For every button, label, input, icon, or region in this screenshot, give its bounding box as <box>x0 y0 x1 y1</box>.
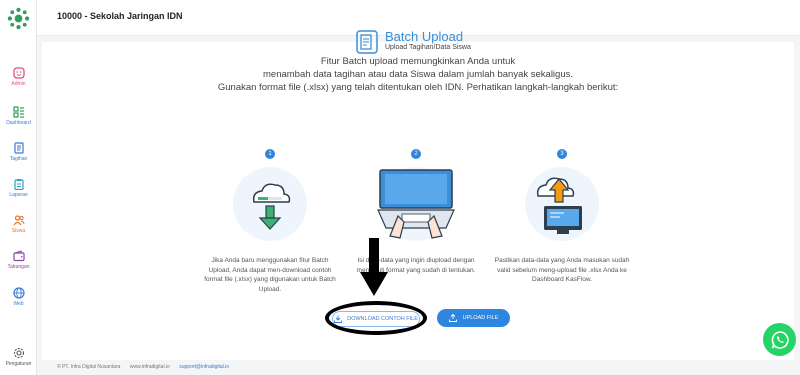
sidebar-item-label: Dashboard <box>6 120 31 126</box>
upload-icon <box>448 314 457 322</box>
sidebar-item-label: Tagihan <box>9 156 28 162</box>
intro-text: Fitur Batch upload memungkinkan Anda unt… <box>192 55 644 94</box>
sidebar-item-label: Laporan <box>9 192 28 198</box>
cloud-upload-illustration <box>525 167 599 241</box>
download-sample-button[interactable]: DOWNLOAD CONTOH FILE <box>332 311 420 327</box>
sidebar-item-label: Pengaturan <box>5 361 32 367</box>
whatsapp-icon <box>771 330 789 349</box>
step-2: 2 Isi data-data yang ingin diupload deng… <box>336 142 496 275</box>
footer-website[interactable]: www.infradigital.io <box>130 364 170 370</box>
sidebar-item-laporan[interactable]: Laporan <box>0 178 37 198</box>
upload-file-label: UPLOAD FILE <box>462 315 499 321</box>
step-number-badge: 2 <box>411 149 421 159</box>
sidebar-item-label: Tabungan <box>7 264 30 270</box>
step-3: 3 Pastikan data-data yang Anda masukan s… <box>482 142 642 285</box>
whatsapp-chat-button[interactable] <box>763 323 796 356</box>
intro-line: Fitur Batch upload memungkinkan Anda unt… <box>320 56 516 67</box>
step-1: 1 Jika Anda baru menggunakan fitur Batch… <box>190 142 350 294</box>
footer-email[interactable]: support@infradigital.io <box>179 364 229 370</box>
document-upload-icon <box>356 30 378 54</box>
sidebar-item-tabungan[interactable]: Tabungan <box>0 250 37 270</box>
footer: © PT. Infra Digital Nusantara www.infrad… <box>57 364 237 370</box>
download-icon <box>334 315 343 323</box>
step-description: Jika Anda baru menggunakan fitur Batch U… <box>204 257 336 293</box>
page-title: Batch Upload <box>385 29 464 44</box>
bill-icon <box>13 142 24 154</box>
students-icon <box>13 215 24 226</box>
sidebar: Admin Dashboard Tagihan Laporan Siswa Ta… <box>0 0 37 375</box>
intro-line: menambah data tagihan atau data Siswa da… <box>263 69 573 80</box>
report-clipboard-icon <box>13 179 24 190</box>
sidebar-item-web[interactable]: Web <box>0 287 37 307</box>
globe-icon <box>12 287 25 299</box>
app-logo[interactable] <box>7 7 30 30</box>
sidebar-item-tagihan[interactable]: Tagihan <box>0 142 37 162</box>
laptop-typing-illustration <box>377 167 455 241</box>
intro-line: Gunakan format file (.xlsx) yang telah d… <box>217 82 619 93</box>
footer-copyright: © PT. Infra Digital Nusantara <box>57 364 121 370</box>
sidebar-item-label: Siswa <box>11 228 26 234</box>
sidebar-item-siswa[interactable]: Siswa <box>0 214 37 234</box>
download-sample-label: DOWNLOAD CONTOH FILE <box>347 316 418 322</box>
sidebar-item-label: Web <box>13 301 24 307</box>
page-subtitle: Upload Tagihan/Data Siswa <box>385 44 471 51</box>
school-title: 10000 - Sekolah Jaringan IDN <box>57 11 183 21</box>
sidebar-item-settings[interactable]: Pengaturan <box>0 347 37 367</box>
admin-face-icon <box>12 67 25 79</box>
sidebar-item-admin[interactable]: Admin <box>0 67 37 87</box>
sidebar-item-label: Admin <box>11 81 26 87</box>
sidebar-item-dashboard[interactable]: Dashboard <box>0 106 37 126</box>
wallet-icon <box>12 250 25 262</box>
step-number-badge: 3 <box>557 149 567 159</box>
step-description: Isi data-data yang ingin diupload dengan… <box>356 257 476 274</box>
step-description: Pastikan data-data yang Anda masukan sud… <box>494 257 630 283</box>
gear-icon <box>13 347 24 359</box>
upload-file-button[interactable]: UPLOAD FILE <box>437 309 510 327</box>
batch-upload-panel: Batch Upload Upload Tagihan/Data Siswa F… <box>42 29 794 360</box>
cloud-download-illustration <box>233 167 307 241</box>
step-number-badge: 1 <box>265 149 275 159</box>
dashboard-icon <box>12 106 24 118</box>
